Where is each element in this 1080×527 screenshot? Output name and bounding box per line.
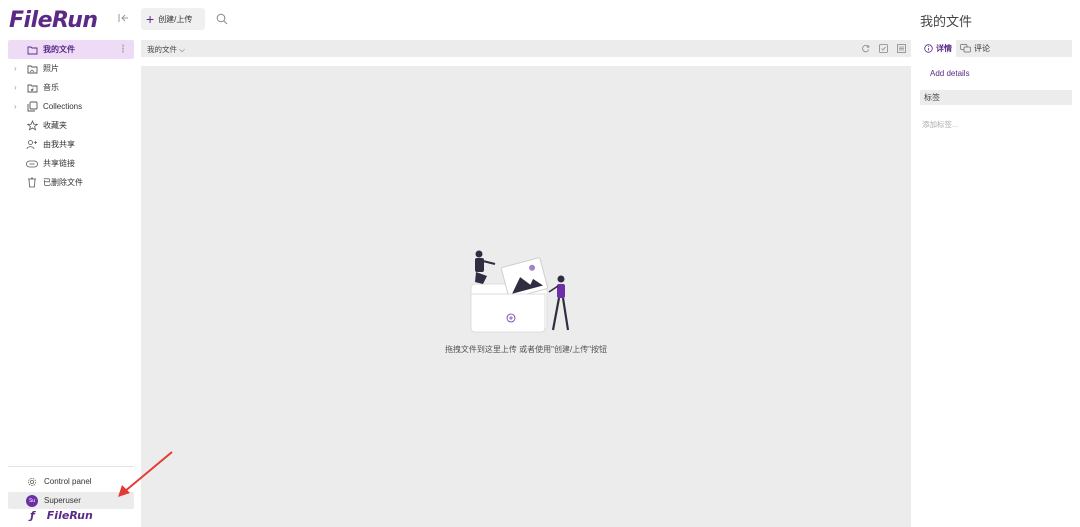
avatar: Su — [26, 494, 38, 507]
sidebar-item-shared-by-me[interactable]: 由我共享 — [8, 135, 134, 154]
tags-section-header: 标签 — [920, 90, 1072, 105]
view-mode-icon[interactable] — [896, 43, 906, 53]
sidebar-item-favorites[interactable]: 收藏夹 — [8, 116, 134, 135]
collapse-sidebar-icon[interactable] — [116, 12, 130, 26]
folder-icon — [26, 44, 38, 56]
sidebar-item-label: 音乐 — [43, 83, 59, 92]
breadcrumb[interactable]: 我的文件 ⌵ — [147, 44, 185, 55]
chevron-right-icon[interactable]: › — [14, 64, 22, 73]
sidebar-item-photos[interactable]: › 照片 — [8, 59, 134, 78]
sidebar-item-label: 照片 — [43, 64, 59, 73]
music-folder-icon — [26, 82, 38, 94]
tab-details[interactable]: 详情 — [920, 40, 956, 57]
user-name: Superuser — [44, 496, 81, 505]
control-panel-label: Control panel — [44, 477, 92, 486]
collections-icon — [26, 101, 38, 113]
file-drop-area[interactable]: 拖拽文件到这里上传 或者使用"创建/上传"按钮 — [141, 66, 911, 527]
tab-details-label: 详情 — [936, 44, 952, 53]
empty-drop-message: 拖拽文件到这里上传 或者使用"创建/上传"按钮 — [444, 345, 608, 354]
sidebar-item-label: 已删除文件 — [43, 178, 83, 187]
add-tags-input[interactable]: 添加标签... — [922, 119, 958, 130]
sidebar-item-shared-links[interactable]: 共享链接 — [8, 154, 134, 173]
footer-logo: ƒ FileRun — [30, 509, 93, 522]
refresh-icon[interactable] — [860, 43, 870, 53]
sidebar-item-my-files[interactable]: 我的文件 ⋮ — [8, 40, 134, 59]
sidebar-item-label: 由我共享 — [43, 140, 75, 149]
sidebar-item-label: Collections — [43, 102, 83, 111]
sidebar-item-label: 收藏夹 — [43, 121, 67, 130]
file-list-header: 我的文件 ⌵ — [141, 40, 911, 57]
create-upload-label: 创建/上传 — [158, 14, 193, 24]
annotation-arrow-icon — [118, 451, 173, 497]
filerun-app: FileRun 我的文件 ⋮ › 照片 › 音乐 › Collections 收… — [0, 0, 1080, 527]
view-tools — [860, 43, 906, 53]
comments-icon — [960, 44, 971, 53]
star-icon — [26, 120, 38, 132]
sidebar-item-music[interactable]: › 音乐 — [8, 78, 134, 97]
sidebar-item-collections[interactable]: › Collections — [8, 97, 134, 116]
sidebar-item-label: 共享链接 — [43, 159, 75, 168]
sidebar-item-label: 我的文件 — [43, 45, 75, 54]
sidebar: FileRun 我的文件 ⋮ › 照片 › 音乐 › Collections 收… — [0, 0, 138, 527]
plus-icon: + — [146, 11, 155, 27]
sidebar-nav: 我的文件 ⋮ › 照片 › 音乐 › Collections 收藏夹 由我共享 … — [8, 40, 134, 192]
share-user-icon — [26, 139, 38, 151]
tab-comments[interactable]: 评论 — [956, 40, 994, 57]
sidebar-item-trash[interactable]: 已删除文件 — [8, 173, 134, 192]
app-logo[interactable]: FileRun — [9, 8, 98, 33]
avatar-wrap: Su — [26, 494, 38, 507]
chevron-right-icon[interactable]: › — [14, 102, 22, 111]
add-details-link[interactable]: Add details — [930, 69, 970, 78]
tab-comments-label: 评论 — [974, 44, 990, 53]
search-icon[interactable] — [216, 12, 230, 26]
select-all-icon[interactable] — [878, 43, 888, 53]
chevron-right-icon[interactable]: › — [14, 83, 22, 92]
filerun-mark-icon: ƒ — [30, 509, 35, 522]
photo-folder-icon — [26, 63, 38, 75]
details-panel-tabs: 详情 评论 — [920, 40, 1072, 57]
gear-icon — [26, 476, 38, 488]
link-icon — [26, 158, 38, 170]
details-panel-title: 我的文件 — [920, 14, 973, 29]
trash-icon — [26, 177, 38, 189]
create-upload-button[interactable]: + 创建/上传 — [141, 8, 205, 30]
more-options-icon[interactable]: ⋮ — [118, 44, 128, 55]
empty-folder-illustration — [470, 250, 570, 333]
info-icon — [924, 44, 933, 53]
footer-logo-text: FileRun — [46, 509, 93, 522]
